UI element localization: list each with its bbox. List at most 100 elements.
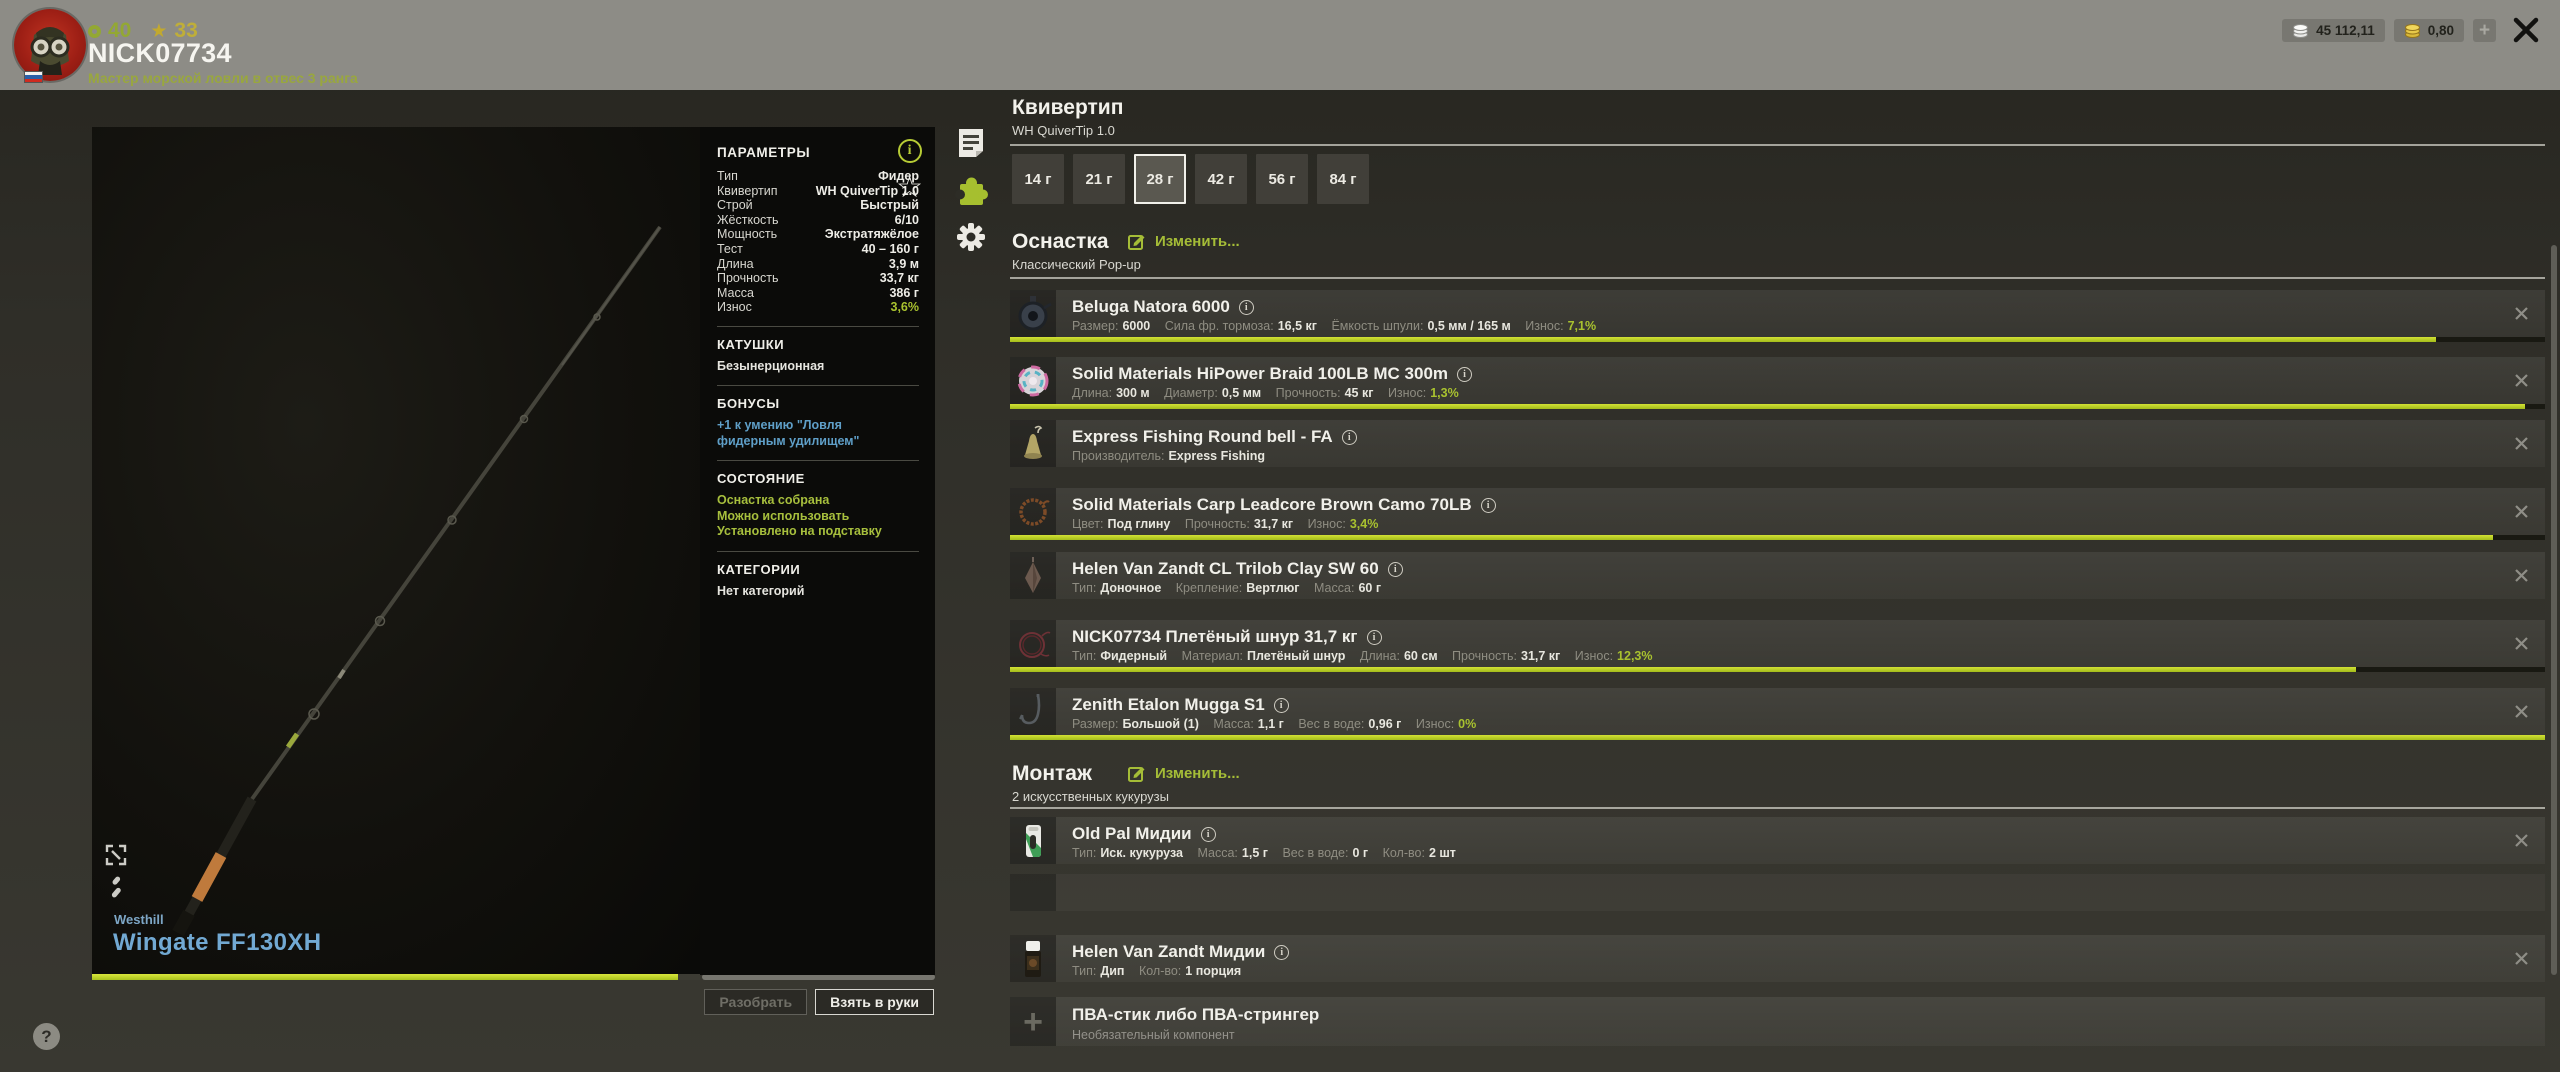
bell-icon xyxy=(1024,425,1043,459)
spec-value: Большой (1) xyxy=(1122,717,1199,731)
info-icon[interactable]: i xyxy=(1457,366,1473,382)
close-icon[interactable] xyxy=(2512,16,2540,44)
info-icon[interactable]: i xyxy=(897,139,922,163)
state-line: Оснастка собрана xyxy=(717,493,830,508)
item-title: NICK07734 Плетёный шнур 31,7 кг xyxy=(1072,627,1358,646)
montage-item-row[interactable]: Helen Van Zandt Мидии i Тип: Дип Кол-во: 1… xyxy=(1010,935,2545,982)
remove-item-icon[interactable] xyxy=(2514,833,2529,848)
pencil-icon[interactable] xyxy=(104,875,128,899)
rig-edit-link[interactable]: Изменить... xyxy=(1128,232,1240,250)
rig-item-row[interactable]: Zenith Etalon Mugga S1 i Размер: Большой … xyxy=(1010,688,2545,740)
user-rank-title: Мастер морской ловли в отвес 3 ранга xyxy=(88,70,358,86)
param-value: 40 – 160 г xyxy=(861,241,919,256)
spec-label: Размер: xyxy=(1072,717,1119,731)
montage-empty-row[interactable] xyxy=(1010,874,2545,911)
level-icon xyxy=(88,24,101,38)
info-icon[interactable]: i xyxy=(1480,497,1496,513)
spec-label: Цвет: xyxy=(1072,517,1104,531)
remove-item-icon[interactable] xyxy=(2514,504,2529,519)
plus-slot-icon: + xyxy=(1023,1002,1043,1041)
item-title: Zenith Etalon Mugga S1 xyxy=(1072,695,1265,714)
info-icon[interactable]: i xyxy=(1366,629,1382,645)
params-title: ПАРАМЕТРЫ xyxy=(717,145,811,160)
item-icon-slot xyxy=(1010,290,1056,337)
rig-item-row[interactable]: NICK07734 Плетёный шнур 31,7 кг i Тип: Фи… xyxy=(1010,620,2545,672)
rig-item-row[interactable]: Helen Van Zandt CL Trilob Clay SW 60 i Т… xyxy=(1010,552,2545,599)
settings-tab[interactable] xyxy=(954,220,988,254)
username: NICK07734 xyxy=(88,38,232,68)
rig-item-row[interactable]: Beluga Natora 6000 i Размер: 6000 Сила фр… xyxy=(1010,290,2545,342)
gold-balance[interactable]: 0,80 xyxy=(2393,19,2464,42)
info-icon[interactable]: i xyxy=(1200,826,1216,842)
assembly-tab-active[interactable] xyxy=(954,173,988,207)
favorite-star-icon[interactable]: ☆ xyxy=(896,173,923,203)
optional-component-note: Необязательный компонент xyxy=(1072,1028,1235,1042)
take-in-hands-button[interactable]: Взять в руки xyxy=(815,989,934,1015)
item-icon-slot xyxy=(1010,357,1056,404)
bonus-line: +1 к умению "Ловля фидерным удилищем" xyxy=(717,418,860,448)
durability-bar xyxy=(1010,735,2545,740)
rig-content: Квивертип WH QuiverTip 1.0 14 г 21 г 28 … xyxy=(1010,90,2545,1072)
wallet: 45 112,11 0,80 + xyxy=(2282,19,2496,42)
rig-item-row[interactable]: Solid Materials Carp Leadcore Brown Camo… xyxy=(1010,488,2545,540)
remove-item-icon[interactable] xyxy=(2514,636,2529,651)
dip-bottle-icon xyxy=(1025,940,1041,977)
info-icon[interactable]: i xyxy=(1273,697,1289,713)
remove-item-icon[interactable] xyxy=(2514,568,2529,583)
remove-item-icon[interactable] xyxy=(2514,436,2529,451)
spec-label: Прочность: xyxy=(1452,649,1517,663)
montage-optional-row[interactable]: + ПВА-стик либо ПВА-стрингер Необязатель… xyxy=(1010,997,2545,1046)
add-funds-button[interactable]: + xyxy=(2473,19,2496,42)
expand-icon[interactable] xyxy=(104,843,128,867)
notes-tab[interactable] xyxy=(954,126,988,160)
info-icon[interactable]: i xyxy=(1274,944,1290,960)
parameters-panel: i ☆ ПАРАМЕТРЫ Тип Фидер Квивертип WH Quive… xyxy=(700,127,935,975)
spec-value: 60 см xyxy=(1403,649,1438,663)
weight-option-56[interactable]: 56 г xyxy=(1256,154,1308,204)
bait-pack-icon xyxy=(1026,824,1041,857)
empty-icon-slot xyxy=(1010,874,1056,911)
rig-item-row[interactable]: Express Fishing Round bell - FA i Произв… xyxy=(1010,420,2545,467)
spec-value: 0,5 мм xyxy=(1221,386,1262,400)
weight-option-84[interactable]: 84 г xyxy=(1317,154,1369,204)
spec-value: Плетёный шнур xyxy=(1247,649,1346,663)
spec-value: 16,5 кг xyxy=(1277,319,1317,333)
weight-option-42[interactable]: 42 г xyxy=(1195,154,1247,204)
item-icon-slot xyxy=(1010,488,1056,535)
silver-coins-icon xyxy=(2293,24,2309,38)
remove-item-icon[interactable] xyxy=(2514,704,2529,719)
spec-label: Масса: xyxy=(1197,846,1238,860)
info-icon[interactable]: i xyxy=(1387,561,1403,577)
russia-flag-icon[interactable] xyxy=(24,71,43,83)
rig-item-row[interactable]: Solid Materials HiPower Braid 100LB MC 3… xyxy=(1010,357,2545,409)
spec-value: 2 шт xyxy=(1428,846,1456,860)
section-title-bonuses: БОНУСЫ xyxy=(717,396,780,412)
add-component-slot[interactable]: + xyxy=(1010,997,1056,1046)
rod-viewport[interactable]: Westhill Wingate FF130XH xyxy=(92,127,700,975)
param-label: Жёсткость xyxy=(717,212,779,227)
weight-option-28-selected[interactable]: 28 г xyxy=(1134,154,1186,204)
param-label: Мощность xyxy=(717,227,778,242)
spec-value: Вертлюг xyxy=(1246,581,1300,595)
param-value: 6/10 xyxy=(894,212,919,227)
spec-value: Иск. кукуруза xyxy=(1100,846,1183,860)
montage-item-row[interactable]: Old Pal Мидии i Тип: Иск. кукуруза Масса:… xyxy=(1010,817,2545,864)
remove-item-icon[interactable] xyxy=(2514,951,2529,966)
info-icon[interactable]: i xyxy=(1341,429,1357,445)
spec-label: Крепление: xyxy=(1175,581,1243,595)
leader-icon xyxy=(1019,631,1051,658)
remove-item-icon[interactable] xyxy=(2514,373,2529,388)
info-icon[interactable]: i xyxy=(1238,299,1254,315)
weight-option-21[interactable]: 21 г xyxy=(1073,154,1125,204)
help-button[interactable]: ? xyxy=(33,1023,60,1050)
montage-title: Монтаж xyxy=(1012,762,1092,785)
section-title-reels: КАТУШКИ xyxy=(717,336,785,352)
weight-option-14[interactable]: 14 г xyxy=(1012,154,1064,204)
spec-label: Масса: xyxy=(1314,581,1355,595)
disassemble-button[interactable]: Разобрать xyxy=(704,989,808,1015)
vertical-scrollbar[interactable] xyxy=(2551,245,2557,975)
montage-edit-link[interactable]: Изменить... xyxy=(1128,764,1240,782)
silver-balance[interactable]: 45 112,11 xyxy=(2282,19,2385,42)
remove-item-icon[interactable] xyxy=(2514,306,2529,321)
leadcore-icon xyxy=(1019,497,1050,526)
